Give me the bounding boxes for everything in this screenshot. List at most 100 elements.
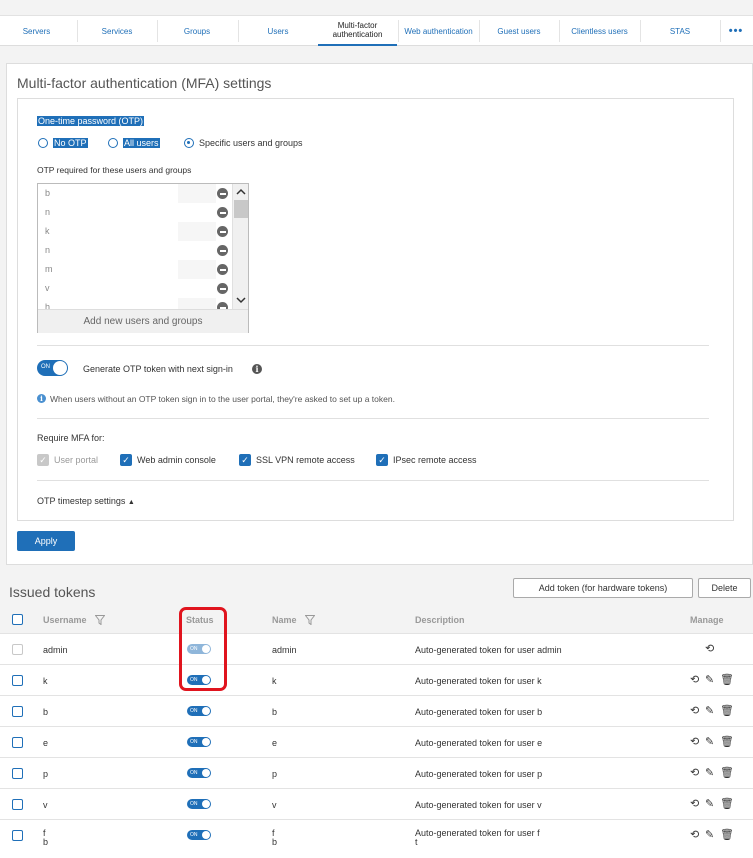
- delete-icon[interactable]: 🗑: [720, 830, 734, 841]
- list-item[interactable]: v: [38, 279, 232, 298]
- tab-groups[interactable]: Groups: [158, 16, 236, 46]
- delete-icon[interactable]: 🗑: [720, 737, 734, 748]
- column-header-name[interactable]: Name: [272, 615, 297, 625]
- delete-icon[interactable]: 🗑: [720, 675, 734, 686]
- toggle-knob: [202, 800, 210, 808]
- tab-services[interactable]: Services: [78, 16, 156, 46]
- filter-icon[interactable]: [305, 615, 315, 625]
- list-item-cell: [178, 279, 216, 298]
- tab-bar: Servers Services Groups Users Multi-fact…: [0, 15, 753, 46]
- table-row[interactable]: k ON k Auto-generated token for user k ⟲…: [0, 664, 753, 695]
- checkbox-ipsec[interactable]: ✓: [376, 454, 388, 466]
- description-cell: Auto-generated token for user admin: [415, 645, 562, 655]
- radio-label: No OTP: [53, 138, 88, 148]
- history-icon[interactable]: ⟲: [690, 768, 699, 779]
- more-dots-icon[interactable]: •••: [721, 16, 751, 46]
- tab-stas[interactable]: STAS: [641, 16, 719, 46]
- history-icon[interactable]: ⟲: [690, 830, 699, 841]
- list-item[interactable]: b: [38, 184, 232, 203]
- list-item[interactable]: n: [38, 203, 232, 222]
- divider: [37, 480, 709, 481]
- row-checkbox[interactable]: [12, 768, 23, 779]
- tab-clientless-users[interactable]: Clientless users: [560, 16, 639, 46]
- history-icon[interactable]: ⟲: [705, 644, 714, 655]
- toggle-state-label: ON: [190, 708, 198, 714]
- edit-icon[interactable]: ✎: [705, 737, 714, 748]
- table-row[interactable]: e ON e Auto-generated token for user e ⟲…: [0, 726, 753, 757]
- table-row[interactable]: p ON p Auto-generated token for user p ⟲…: [0, 757, 753, 788]
- remove-icon[interactable]: [217, 207, 228, 218]
- tab-guest-users[interactable]: Guest users: [480, 16, 558, 46]
- chevron-up-icon[interactable]: [236, 188, 246, 195]
- list-item[interactable]: h: [38, 298, 232, 309]
- checkbox-user-portal-label: User portal: [54, 455, 99, 465]
- checkbox-user-portal: ✓: [37, 454, 49, 466]
- row-checkbox[interactable]: [12, 799, 23, 810]
- radio-all-users[interactable]: [108, 138, 118, 148]
- info-icon[interactable]: i: [252, 364, 262, 374]
- row-checkbox[interactable]: [12, 737, 23, 748]
- list-item-label: n: [45, 207, 51, 217]
- add-users-groups-button[interactable]: Add new users and groups: [38, 309, 248, 333]
- table-row[interactable]: admin ON admin Auto-generated token for …: [0, 633, 753, 664]
- divider: [37, 345, 709, 346]
- remove-icon[interactable]: [217, 302, 228, 309]
- remove-icon[interactable]: [217, 283, 228, 294]
- remove-icon[interactable]: [217, 226, 228, 237]
- tab-web-authentication[interactable]: Web authentication: [399, 16, 478, 46]
- delete-icon[interactable]: 🗑: [720, 768, 734, 779]
- username-cell: v: [43, 800, 48, 810]
- delete-button[interactable]: Delete: [698, 578, 751, 598]
- status-toggle[interactable]: ON: [187, 706, 211, 716]
- tab-users[interactable]: Users: [239, 16, 317, 46]
- status-toggle[interactable]: ON: [187, 737, 211, 747]
- checkbox-web-admin-console[interactable]: ✓: [120, 454, 132, 466]
- status-toggle[interactable]: ON: [187, 830, 211, 840]
- filter-icon[interactable]: [95, 615, 105, 625]
- tab-multi-factor-authentication[interactable]: Multi-factor authentication: [318, 16, 397, 46]
- radio-no-otp-label: No OTP: [53, 138, 88, 148]
- row-checkbox[interactable]: [12, 706, 23, 717]
- description-cell: Auto-generated token for user p: [415, 769, 543, 779]
- table-row[interactable]: v ON v Auto-generated token for user v ⟲…: [0, 788, 753, 819]
- edit-icon[interactable]: ✎: [705, 706, 714, 717]
- status-toggle[interactable]: ON: [187, 768, 211, 778]
- apply-button[interactable]: Apply: [17, 531, 75, 551]
- history-icon[interactable]: ⟲: [690, 706, 699, 717]
- history-icon[interactable]: ⟲: [690, 737, 699, 748]
- generate-otp-toggle[interactable]: ON: [37, 360, 68, 376]
- remove-icon[interactable]: [217, 188, 228, 199]
- list-item[interactable]: m: [38, 260, 232, 279]
- delete-icon[interactable]: 🗑: [720, 706, 734, 717]
- edit-icon[interactable]: ✎: [705, 768, 714, 779]
- radio-specific-users[interactable]: [184, 138, 194, 148]
- history-icon[interactable]: ⟲: [690, 799, 699, 810]
- edit-icon[interactable]: ✎: [705, 675, 714, 686]
- list-item[interactable]: k: [38, 222, 232, 241]
- remove-icon[interactable]: [217, 245, 228, 256]
- otp-users-list[interactable]: b n k n m v h Add new users and groups: [37, 183, 249, 333]
- radio-no-otp[interactable]: [38, 138, 48, 148]
- row-checkbox[interactable]: [12, 830, 23, 841]
- otp-timestep-toggle[interactable]: OTP timestep settings ▲: [37, 496, 135, 506]
- status-toggle[interactable]: ON: [187, 799, 211, 809]
- history-icon[interactable]: ⟲: [690, 675, 699, 686]
- scrollbar-thumb[interactable]: [234, 200, 248, 218]
- list-item-cell: [178, 222, 216, 241]
- row-checkbox[interactable]: [12, 675, 23, 686]
- remove-icon[interactable]: [217, 264, 228, 275]
- select-all-checkbox[interactable]: [12, 614, 23, 625]
- list-scrollbar[interactable]: [232, 184, 248, 309]
- table-row[interactable]: f b ON f b Auto-generated token for user…: [0, 819, 753, 858]
- checkbox-ipsec-label: IPsec remote access: [393, 455, 477, 465]
- list-item[interactable]: n: [38, 241, 232, 260]
- tab-servers[interactable]: Servers: [0, 16, 73, 46]
- add-token-button[interactable]: Add token (for hardware tokens): [513, 578, 693, 598]
- chevron-down-icon[interactable]: [236, 297, 246, 304]
- edit-icon[interactable]: ✎: [705, 799, 714, 810]
- checkbox-ssl-vpn[interactable]: ✓: [239, 454, 251, 466]
- column-header-username[interactable]: Username: [43, 615, 87, 625]
- table-row[interactable]: b ON b Auto-generated token for user b ⟲…: [0, 695, 753, 726]
- edit-icon[interactable]: ✎: [705, 830, 714, 841]
- delete-icon[interactable]: 🗑: [720, 799, 734, 810]
